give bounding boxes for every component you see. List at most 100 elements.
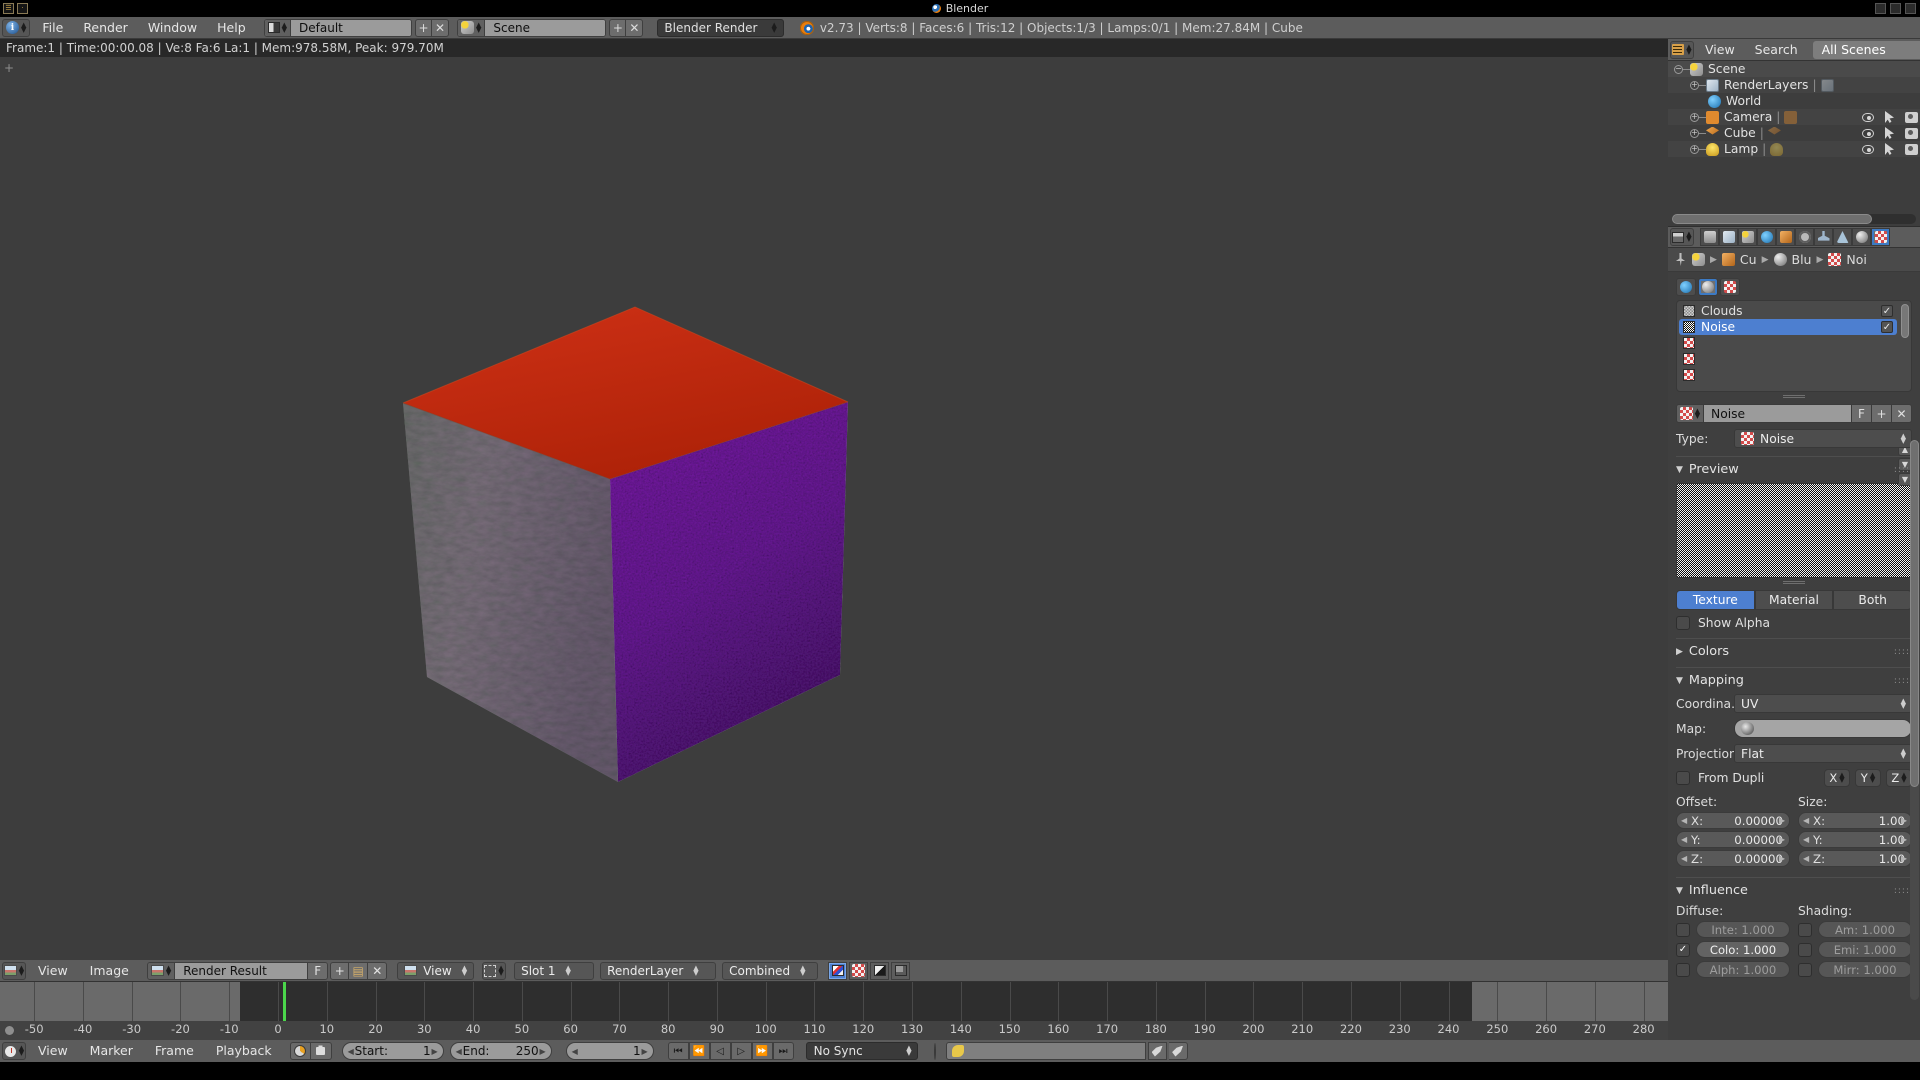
- render-canvas[interactable]: +: [0, 57, 1668, 960]
- preview-panel-header[interactable]: ▼ Preview ::::: [1676, 456, 1912, 477]
- breadcrumb-material-icon[interactable]: [1773, 253, 1787, 266]
- offset-x-field[interactable]: ◀ X: 0.00000 ▶: [1676, 812, 1790, 829]
- properties-tab-texture[interactable]: [1871, 228, 1890, 246]
- image-name-value[interactable]: Render Result: [175, 962, 308, 979]
- texture-slot-row[interactable]: Noise: [1679, 319, 1897, 335]
- outliner-horizontal-scrollbar[interactable]: [1672, 214, 1916, 224]
- delete-keyframe-button[interactable]: [1168, 1042, 1188, 1060]
- image-view-mode-dropdown[interactable]: View ▲ ▼: [397, 961, 475, 980]
- properties-tab-object[interactable]: [1776, 228, 1795, 246]
- chevron-left-icon[interactable]: ◀: [1681, 854, 1687, 863]
- texture-slot-row[interactable]: [1679, 335, 1897, 351]
- chevron-left-icon[interactable]: ◀: [1803, 816, 1809, 825]
- outliner-row-camera[interactable]: + Camera |: [1668, 109, 1920, 125]
- editor-type-selector-outliner[interactable]: ▲ ▼: [1670, 40, 1694, 59]
- play-reverse-button[interactable]: ◁: [709, 1042, 731, 1060]
- size-y-field[interactable]: ◀ Y: 1.00 ▶: [1798, 831, 1912, 848]
- display-channel-color-alpha-button[interactable]: [828, 961, 848, 980]
- chevron-left-icon[interactable]: ◀: [456, 1047, 462, 1056]
- axis-z-button[interactable]: Z ▲ ▼: [1886, 769, 1912, 787]
- breadcrumb-texture-icon[interactable]: [1828, 253, 1842, 266]
- auto-keyframe-button[interactable]: [289, 1042, 311, 1060]
- image-menu-view[interactable]: View: [28, 961, 78, 981]
- diffuse-rows[interactable]: Inte: 1.000 Colo: 1.000 Alph: 1.000: [1676, 921, 1790, 978]
- timeline-ruler[interactable]: -50 -40 -30 -20 -10 0 10 20 30 40 50 60 70 80 90 100 110…: [0, 1021, 1668, 1040]
- playback-transport-buttons[interactable]: ⏮ ⏪ ◁ ▷ ⏩ ⏭: [667, 1042, 794, 1060]
- image-fake-user-button[interactable]: F: [307, 962, 328, 979]
- diffuse-influence-checkbox[interactable]: [1676, 962, 1690, 977]
- chevron-right-icon[interactable]: ▶: [641, 1047, 647, 1056]
- render-engine-selector[interactable]: Blender Render ▲ ▼: [657, 18, 784, 37]
- open-image-button[interactable]: ▤: [349, 961, 369, 980]
- mesh-icon-ghost[interactable]: [1767, 126, 1781, 135]
- scene-selector[interactable]: ▲ ▼ Scene: [457, 18, 607, 37]
- properties-editor[interactable]: ▲▼ ▶ Cu ▶ Blu ▶ Noi Clouds Noise: [1668, 226, 1920, 1060]
- texture-slot-row[interactable]: [1679, 367, 1897, 383]
- outliner-row-renderlayers[interactable]: + RenderLayers |: [1668, 77, 1920, 93]
- camera-render-icon[interactable]: [1905, 127, 1918, 139]
- display-channel-color-button[interactable]: [849, 961, 869, 980]
- display-channel-alpha-button[interactable]: [870, 961, 890, 980]
- chevron-right-icon[interactable]: ▶: [1779, 854, 1785, 863]
- next-keyframe-button[interactable]: ⏩: [751, 1042, 773, 1060]
- projection-dropdown[interactable]: Flat ▲ ▼: [1734, 744, 1912, 763]
- insert-keyframe-button[interactable]: [1147, 1042, 1167, 1060]
- camera-render-icon[interactable]: [1905, 143, 1918, 155]
- properties-tab-modifiers[interactable]: [1814, 228, 1833, 246]
- editor-type-selector-properties[interactable]: ▲ ▼: [1670, 228, 1694, 246]
- camera-icon-ghost[interactable]: [1784, 110, 1798, 124]
- jump-to-end-button[interactable]: ⏭: [772, 1042, 794, 1060]
- material-texture-context[interactable]: [1698, 278, 1718, 296]
- properties-tab-constraints[interactable]: [1795, 228, 1814, 246]
- chevron-left-icon[interactable]: ◀: [572, 1047, 578, 1056]
- properties-tab-render-layers[interactable]: [1719, 228, 1738, 246]
- properties-tab-strip[interactable]: [1700, 228, 1890, 246]
- properties-tab-material[interactable]: [1852, 228, 1871, 246]
- menu-render[interactable]: Render: [73, 18, 138, 38]
- properties-scrollbar[interactable]: [1910, 440, 1919, 1000]
- shading-influence-checkbox[interactable]: [1798, 942, 1812, 957]
- offset-fields[interactable]: ◀ X: 0.00000 ▶ ◀ Y: 0.00000 ▶ ◀ Z: 0.00000 ▶: [1676, 812, 1790, 867]
- diffuse-influence-checkbox[interactable]: [1676, 922, 1690, 937]
- world-texture-context[interactable]: [1676, 278, 1696, 296]
- shading-influence-checkbox[interactable]: [1798, 922, 1812, 937]
- minimize-button[interactable]: [1875, 3, 1886, 14]
- timeline-menu-playback[interactable]: Playback: [206, 1041, 282, 1061]
- chevron-right-icon[interactable]: ▶: [1901, 854, 1907, 863]
- properties-tab-world[interactable]: [1757, 228, 1776, 246]
- properties-tab-scene[interactable]: [1738, 228, 1757, 246]
- outliner-editor[interactable]: ▲ ▼ View Search All Scenes − Scene + RenderL…: [1668, 39, 1920, 226]
- renderlayer-icon-ghost[interactable]: [1820, 78, 1834, 92]
- image-menu-image[interactable]: Image: [80, 961, 139, 981]
- chevron-left-icon[interactable]: ◀: [1803, 854, 1809, 863]
- outliner-row-cube[interactable]: + Cube |: [1668, 125, 1920, 141]
- previous-keyframe-button[interactable]: ⏪: [688, 1042, 710, 1060]
- texture-type-dropdown[interactable]: Noise ▲ ▼: [1734, 429, 1912, 448]
- render-pass-dropdown[interactable]: Combined ▲ ▼: [722, 961, 819, 980]
- add-screen-layout-button[interactable]: +: [415, 18, 433, 37]
- properties-tab-render[interactable]: [1700, 228, 1719, 246]
- shading-influence-value[interactable]: Mirr: 1.000: [1818, 961, 1912, 978]
- screen-layout-selector[interactable]: ▲ ▼ Default: [263, 18, 413, 37]
- shading-influence-value[interactable]: Emi: 1.000: [1818, 941, 1912, 958]
- shading-influence-value[interactable]: Am: 1.000: [1818, 921, 1912, 938]
- record-button[interactable]: [933, 1042, 936, 1060]
- current-frame-field[interactable]: ◀ 1 ▶: [565, 1042, 654, 1060]
- render-slot-dropdown[interactable]: Slot 1 ▲ ▼: [514, 961, 595, 980]
- delete-scene-button[interactable]: ✕: [626, 18, 644, 37]
- camera-render-icon[interactable]: [1905, 111, 1918, 123]
- timeline-range-handle[interactable]: [5, 1026, 14, 1035]
- render-layer-dropdown[interactable]: RenderLayer ▲ ▼: [600, 961, 717, 980]
- eye-icon[interactable]: [1862, 112, 1874, 122]
- breadcrumb-scene-icon[interactable]: [1692, 253, 1705, 266]
- jump-to-start-button[interactable]: ⏮: [667, 1042, 689, 1060]
- eye-icon[interactable]: [1862, 128, 1874, 138]
- timeline-menu-view[interactable]: View: [28, 1041, 78, 1061]
- shading-influence-checkbox[interactable]: [1798, 962, 1812, 977]
- show-alpha-row[interactable]: Show Alpha: [1676, 616, 1912, 630]
- expand-toggle-icon[interactable]: +: [1690, 112, 1699, 122]
- sync-mode-dropdown[interactable]: No Sync ▲ ▼: [805, 1042, 918, 1060]
- new-image-button[interactable]: +: [330, 961, 350, 980]
- outliner-tree[interactable]: − Scene + RenderLayers | World + Camera | + Cube | +…: [1668, 61, 1920, 202]
- editor-type-selector-image[interactable]: ▲ ▼: [2, 961, 26, 980]
